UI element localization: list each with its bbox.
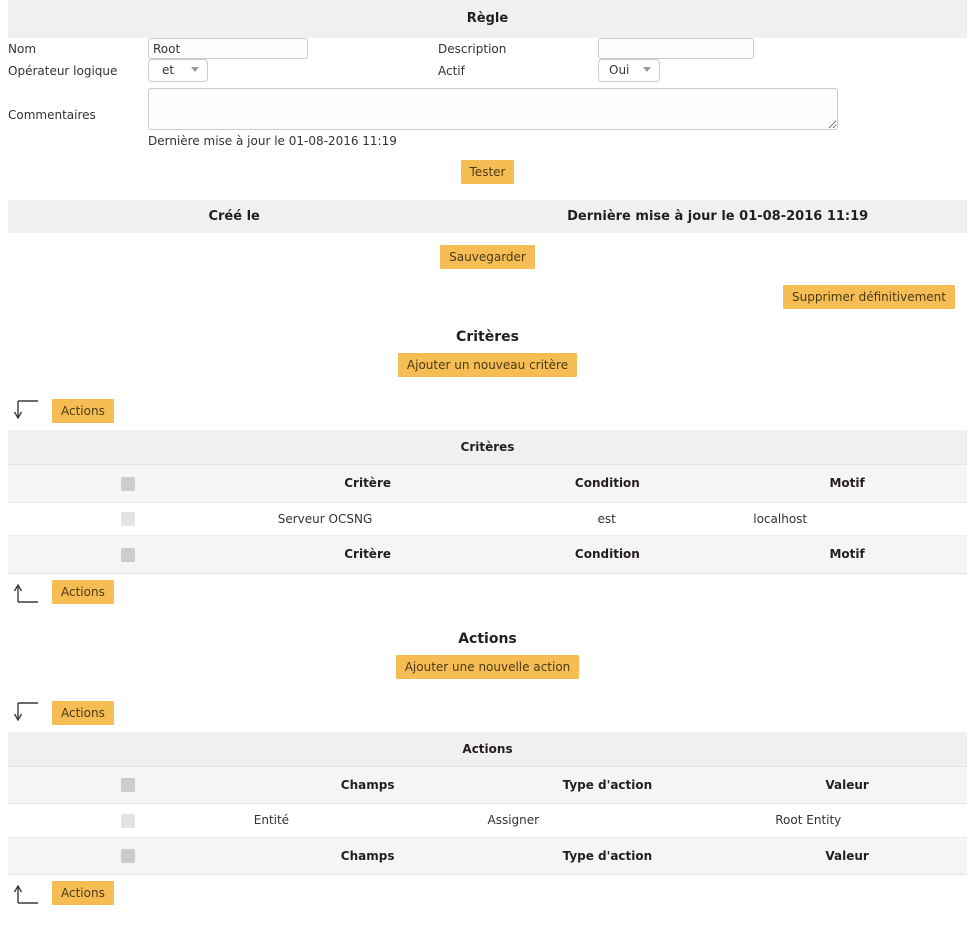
actions-cell-type: Assigner bbox=[487, 803, 728, 838]
actions-row-checkbox[interactable] bbox=[120, 813, 135, 828]
criteria-actions-button-top[interactable]: Actions bbox=[52, 399, 114, 423]
criteria-actions-button-bottom[interactable]: Actions bbox=[52, 579, 114, 604]
criteria-footer-row: Critère Condition Motif bbox=[8, 535, 967, 574]
arrow-down-left-icon bbox=[14, 701, 38, 721]
add-criterion-button[interactable]: Ajouter un nouveau critère bbox=[397, 353, 578, 377]
created-label: Créé le bbox=[208, 209, 260, 224]
form-row-comments: Commentaires Dernière mise à jour le 01-… bbox=[8, 82, 967, 148]
actions-col-type-top[interactable]: Type d'action bbox=[487, 765, 728, 804]
arrow-up-left-icon bbox=[14, 583, 38, 603]
comments-textarea[interactable] bbox=[148, 88, 838, 130]
select-all-actions-checkbox[interactable] bbox=[120, 778, 135, 792]
chevron-down-icon bbox=[643, 67, 652, 72]
arrow-up-left-icon bbox=[14, 884, 38, 904]
select-all-actions-checkbox-bottom[interactable] bbox=[120, 849, 135, 863]
criteria-select-all-cell bbox=[8, 464, 248, 503]
logical-operator-value: et bbox=[161, 63, 175, 77]
actions-actions-button-top[interactable]: Actions bbox=[52, 700, 114, 725]
criteria-section-title: Critères bbox=[456, 329, 519, 345]
actions-col-field-top[interactable]: Champs bbox=[247, 765, 488, 804]
actions-actions-bar-top: Actions bbox=[0, 695, 975, 732]
select-all-criteria-checkbox[interactable] bbox=[120, 476, 135, 491]
criteria-cell-pattern: localhost bbox=[727, 502, 967, 536]
criteria-select-all-cell-bottom bbox=[8, 535, 248, 574]
rule-panel-header: Règle bbox=[8, 0, 967, 38]
chevron-down-icon bbox=[190, 67, 199, 72]
criteria-col-criterion-top[interactable]: Critère bbox=[247, 464, 488, 503]
criteria-col-condition-top[interactable]: Condition bbox=[487, 464, 728, 503]
delete-permanently-button[interactable]: Supprimer définitivement bbox=[783, 285, 955, 309]
actions-row-select-cell bbox=[8, 803, 248, 838]
form-row-name: Nom Description bbox=[8, 38, 967, 59]
select-all-criteria-checkbox-bottom[interactable] bbox=[120, 547, 135, 562]
actions-table: Actions Champs Type d'action Valeur Enti… bbox=[8, 731, 967, 876]
rule-edit-page: Règle Nom Description Opérateur logique … bbox=[0, 0, 975, 912]
actions-actions-bar-bottom: Actions bbox=[0, 875, 975, 912]
description-label: Description bbox=[438, 41, 507, 56]
actions-select-all-cell-bottom bbox=[8, 836, 248, 875]
active-value: Oui bbox=[609, 63, 630, 77]
active-label: Actif bbox=[438, 63, 465, 78]
actions-header-row: Champs Type d'action Valeur bbox=[8, 765, 967, 804]
add-criterion-row: Ajouter un nouveau critère bbox=[0, 353, 975, 377]
delete-button-row: Supprimer définitivement bbox=[0, 285, 975, 309]
comments-label: Commentaires bbox=[8, 108, 96, 122]
criteria-table-caption: Critères bbox=[8, 430, 967, 465]
logical-operator-label: Opérateur logique bbox=[8, 63, 118, 78]
criteria-row-select-cell bbox=[8, 502, 248, 536]
criteria-actions-bar-top: Actions bbox=[0, 393, 975, 430]
description-input[interactable] bbox=[598, 38, 754, 59]
form-row-operator: Opérateur logique et Actif Oui bbox=[8, 59, 967, 82]
actions-cell-value: Root Entity bbox=[727, 803, 967, 838]
criteria-table: Critères Critère Condition Motif Serveur… bbox=[8, 430, 967, 574]
actions-col-type-bottom[interactable]: Type d'action bbox=[487, 836, 728, 875]
name-label: Nom bbox=[8, 41, 37, 56]
actions-col-value-top[interactable]: Valeur bbox=[727, 765, 967, 804]
table-row[interactable]: Entité Assigner Root Entity bbox=[8, 803, 967, 838]
actions-col-field-bottom[interactable]: Champs bbox=[247, 836, 488, 875]
criteria-table-caption-row: Critères bbox=[8, 430, 967, 465]
active-select[interactable]: Oui bbox=[598, 59, 661, 82]
name-input[interactable] bbox=[148, 38, 308, 59]
criteria-actions-bar-bottom: Actions bbox=[0, 574, 975, 611]
criteria-cell-condition: est bbox=[487, 502, 728, 536]
test-button[interactable]: Tester bbox=[460, 160, 515, 184]
actions-section-title: Actions bbox=[458, 630, 517, 647]
criteria-row-checkbox[interactable] bbox=[120, 512, 135, 526]
actions-actions-button-bottom[interactable]: Actions bbox=[52, 881, 114, 905]
test-button-row: Tester bbox=[0, 160, 975, 184]
criteria-col-pattern-top[interactable]: Motif bbox=[727, 464, 967, 503]
last-update-note: Dernière mise à jour le 01-08-2016 11:19 bbox=[148, 134, 397, 148]
last-update-label: Dernière mise à jour le 01-08-2016 11:19 bbox=[567, 209, 869, 224]
criteria-cell-criterion: Serveur OCSNG bbox=[247, 502, 488, 536]
add-action-button[interactable]: Ajouter une nouvelle action bbox=[395, 654, 580, 679]
table-row[interactable]: Serveur OCSNG est localhost bbox=[8, 502, 967, 536]
actions-col-value-bottom[interactable]: Valeur bbox=[727, 836, 967, 875]
add-action-row: Ajouter une nouvelle action bbox=[0, 654, 975, 679]
actions-table-caption-row: Actions bbox=[8, 731, 967, 767]
actions-footer-row: Champs Type d'action Valeur bbox=[8, 836, 967, 875]
actions-cell-field: Entité bbox=[247, 803, 488, 838]
arrow-down-left-icon bbox=[14, 400, 38, 420]
save-button[interactable]: Sauvegarder bbox=[440, 245, 535, 269]
actions-table-caption: Actions bbox=[8, 731, 967, 767]
rule-panel-title: Règle bbox=[466, 11, 509, 26]
criteria-col-condition-bottom[interactable]: Condition bbox=[487, 535, 728, 574]
criteria-header-row: Critère Condition Motif bbox=[8, 464, 967, 503]
criteria-col-pattern-bottom[interactable]: Motif bbox=[727, 535, 967, 574]
save-button-row: Sauvegarder bbox=[0, 245, 975, 269]
criteria-col-criterion-bottom[interactable]: Critère bbox=[247, 535, 488, 574]
rule-meta-band: Créé le Dernière mise à jour le 01-08-20… bbox=[8, 200, 967, 233]
logical-operator-select[interactable]: et bbox=[148, 59, 208, 82]
rule-form: Nom Description Opérateur logique et Act… bbox=[8, 38, 967, 148]
actions-select-all-cell bbox=[8, 765, 248, 804]
